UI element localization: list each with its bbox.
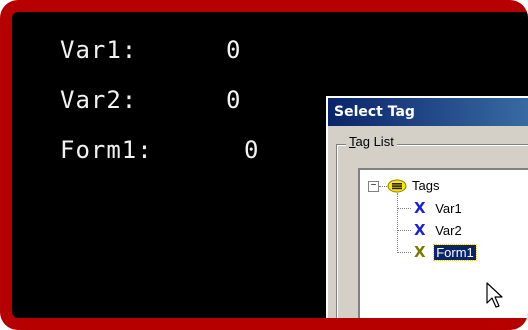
- tag-list-label: Tag List: [346, 134, 397, 149]
- variable-value: 0: [226, 36, 242, 64]
- variable-name: Var2:: [60, 86, 138, 114]
- formula-tag-icon: X: [414, 243, 426, 261]
- display-screen: Var1: 0 Var2: 0 Form1: 0 Select Tag Tag …: [12, 12, 528, 318]
- mouse-pointer-icon: [486, 282, 503, 308]
- dialog-titlebar[interactable]: Select Tag: [328, 98, 528, 126]
- tree-root-label[interactable]: Tags: [412, 176, 439, 196]
- variable-name: Var1:: [60, 36, 138, 64]
- variable-value: 0: [244, 136, 260, 164]
- tag-tree[interactable]: − Tags X Var1 X Var2 X Form1: [358, 168, 528, 318]
- tree-connector: [397, 193, 398, 253]
- tree-connector: [379, 186, 387, 187]
- variable-name: Form1:: [60, 136, 153, 164]
- tree-item-form1[interactable]: X Form1: [414, 242, 477, 262]
- tree-connector: [397, 252, 411, 253]
- tree-item-label: Var1: [435, 201, 462, 216]
- tag-x-icon: X: [414, 221, 426, 239]
- tree-connector: [397, 208, 411, 209]
- collapse-toggle[interactable]: −: [368, 181, 379, 192]
- tags-folder-icon: [387, 179, 407, 193]
- tree-item-var2[interactable]: X Var2: [414, 220, 462, 240]
- select-tag-dialog: Select Tag Tag List − Tags X Var1 X Var2…: [326, 96, 528, 318]
- tag-x-icon: X: [414, 199, 426, 217]
- tree-item-label: Var2: [435, 223, 462, 238]
- display-frame: Var1: 0 Var2: 0 Form1: 0 Select Tag Tag …: [0, 0, 528, 330]
- tree-connector: [397, 230, 411, 231]
- tree-item-var1[interactable]: X Var1: [414, 198, 462, 218]
- variable-value: 0: [226, 86, 242, 114]
- tree-item-label-selected: Form1: [433, 244, 477, 261]
